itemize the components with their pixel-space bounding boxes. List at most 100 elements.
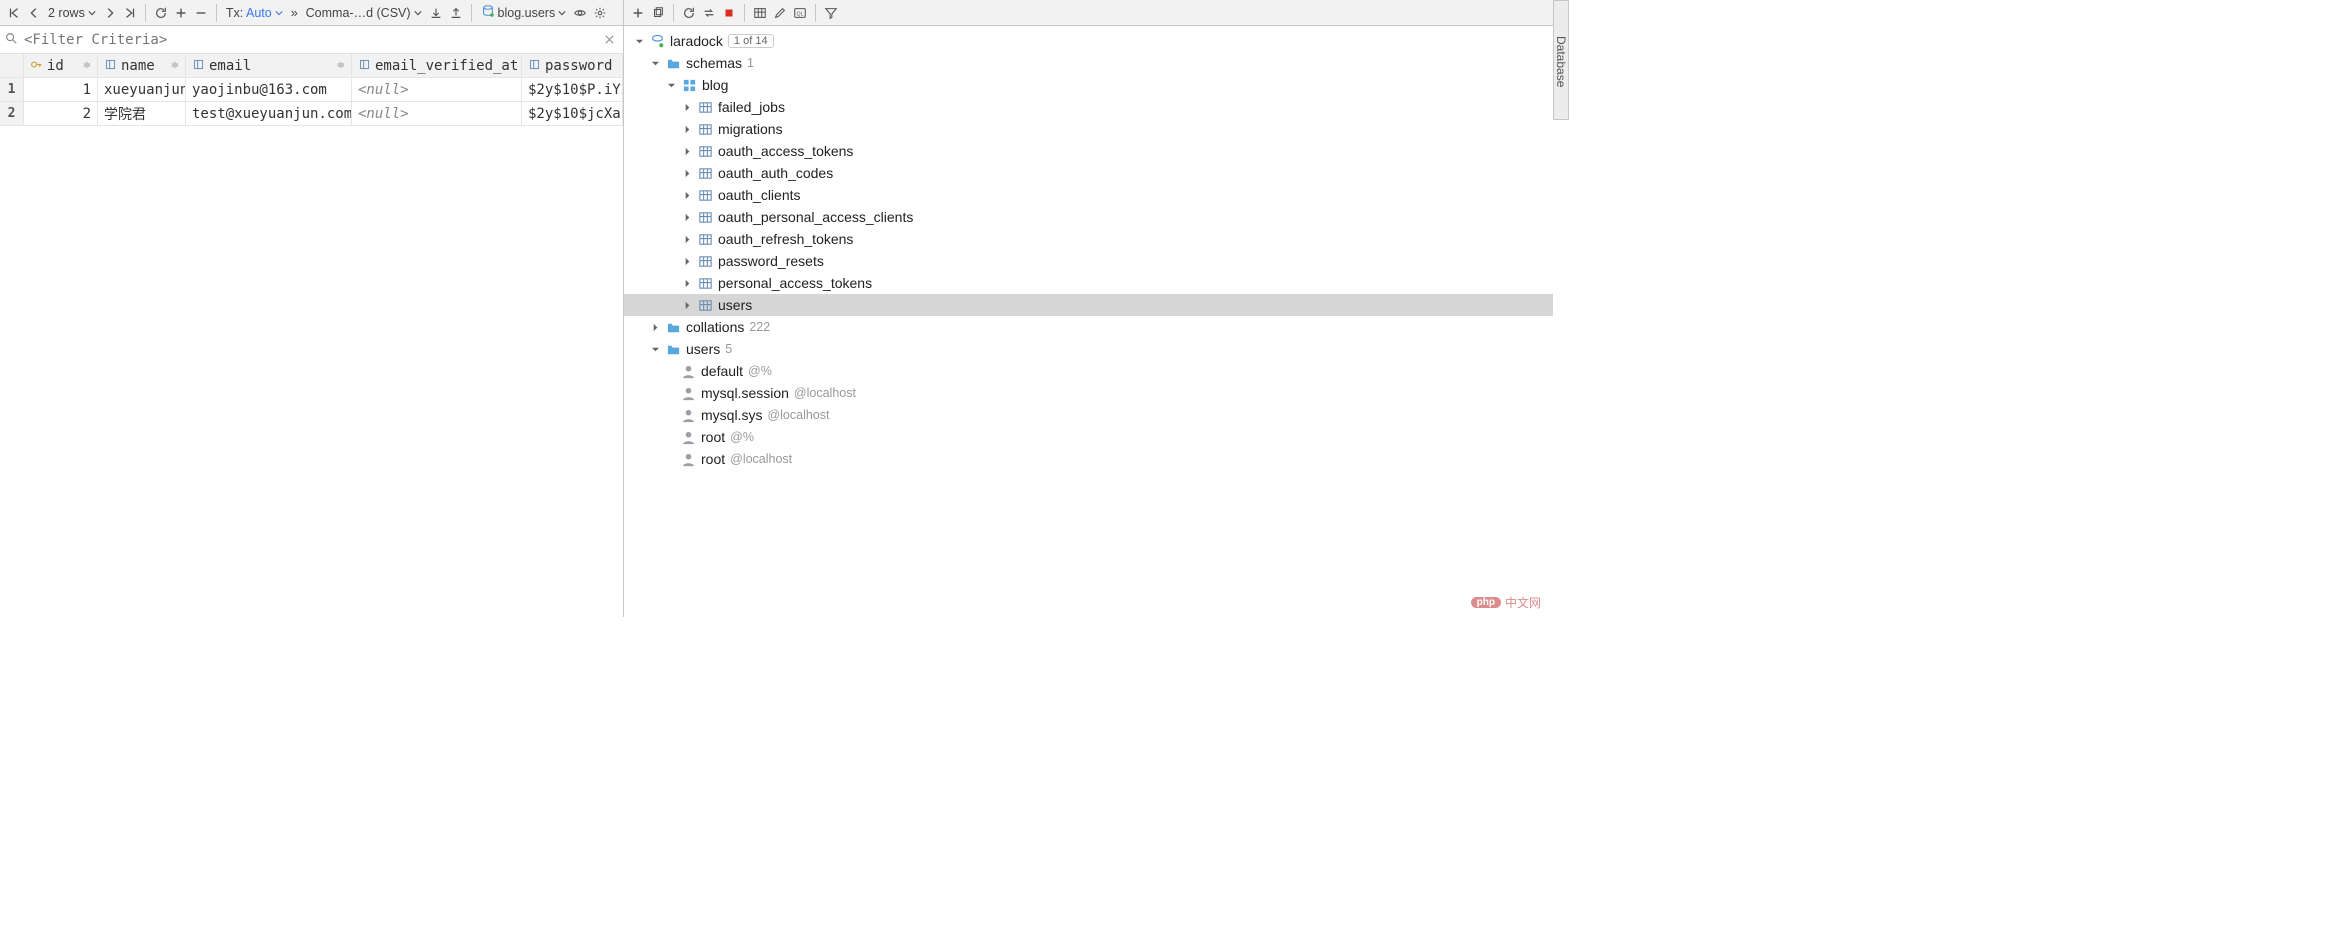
tree-host: @%: [730, 430, 754, 444]
table-icon: [698, 166, 713, 181]
cell-email[interactable]: yaojinbu@163.com: [186, 78, 352, 102]
tx-mode-dropdown[interactable]: Tx: Auto: [222, 3, 287, 23]
row-number[interactable]: 1: [0, 78, 24, 102]
tree-dbuser[interactable]: mysql.session@localhost: [624, 382, 1553, 404]
tree-dbuser[interactable]: root @%: [624, 426, 1553, 448]
export-format-dropdown[interactable]: Comma-…d (CSV): [302, 3, 426, 23]
column-header-password[interactable]: password: [522, 54, 623, 78]
export-button[interactable]: [426, 3, 446, 23]
edit-button[interactable]: [770, 3, 790, 23]
cell-email-verified[interactable]: <null>: [352, 102, 522, 126]
tree-table-users[interactable]: users: [624, 294, 1553, 316]
tree-users-folder[interactable]: users 5: [624, 338, 1553, 360]
tree-label: users: [718, 297, 752, 313]
remove-row-button[interactable]: [191, 3, 211, 23]
tree-label: default: [701, 363, 743, 379]
tree-datasource[interactable]: laradock 1 of 14: [624, 30, 1553, 52]
settings-button[interactable]: [590, 3, 610, 23]
tree-collations[interactable]: collations 222: [624, 316, 1553, 338]
tree-table-password-resets[interactable]: password_resets: [624, 250, 1553, 272]
prev-page-button[interactable]: [24, 3, 44, 23]
cell-password[interactable]: $2y$10$jcXak8jO.Yzs: [522, 102, 623, 126]
sync-button[interactable]: [699, 3, 719, 23]
chevron-down-icon: [275, 9, 283, 17]
chevron-right-icon: [681, 301, 693, 310]
schema-icon: [682, 78, 697, 93]
table-icon: [698, 100, 713, 115]
chevron-down-icon: [633, 37, 645, 46]
cell-id[interactable]: 1: [24, 78, 98, 102]
column-label: email_verified_at: [375, 58, 518, 74]
table-icon: [698, 276, 713, 291]
cell-password[interactable]: $2y$10$P.iY2MxJg.9x: [522, 78, 623, 102]
tree-label: blog: [702, 77, 728, 93]
tree-label: oauth_auth_codes: [718, 165, 833, 181]
cell-id[interactable]: 2: [24, 102, 98, 126]
row-header-corner: [0, 54, 24, 78]
row-number[interactable]: 2: [0, 102, 24, 126]
chevron-right-icon: [649, 323, 661, 332]
last-page-button[interactable]: [120, 3, 140, 23]
more-tx-button[interactable]: »: [287, 3, 302, 23]
tree-table-oauth-auth-codes[interactable]: oauth_auth_codes: [624, 162, 1553, 184]
reload-button[interactable]: [151, 3, 171, 23]
tx-label: Tx: Auto: [226, 6, 272, 20]
chevron-right-icon: [681, 213, 693, 222]
cell-name[interactable]: xueyuanjun: [98, 78, 186, 102]
folder-icon: [666, 56, 681, 71]
tree-label: oauth_access_tokens: [718, 143, 853, 159]
stop-button[interactable]: [719, 3, 739, 23]
database-sidebar-tab[interactable]: Database: [1553, 0, 1569, 120]
tree-dbuser[interactable]: default @%: [624, 360, 1553, 382]
tree-table-oauth-access-tokens[interactable]: oauth_access_tokens: [624, 140, 1553, 162]
tree-label: oauth_refresh_tokens: [718, 231, 853, 247]
new-button[interactable]: [628, 3, 648, 23]
filter-button[interactable]: [821, 3, 841, 23]
add-row-button[interactable]: [171, 3, 191, 23]
cell-name[interactable]: 学院君: [98, 102, 186, 126]
console-button[interactable]: QL: [790, 3, 810, 23]
user-icon: [681, 386, 696, 401]
chevron-right-icon: [681, 257, 693, 266]
chevron-down-icon: [665, 81, 677, 90]
watermark: php 中文网: [1471, 594, 1541, 611]
format-label: Comma-…d (CSV): [306, 6, 411, 20]
tree-label: users: [686, 341, 720, 357]
next-page-button[interactable]: [100, 3, 120, 23]
column-header-email[interactable]: email ≑: [186, 54, 352, 78]
column-header-email-verified[interactable]: email_verified_at ≑: [352, 54, 522, 78]
cell-email[interactable]: test@xueyuanjun.com: [186, 102, 352, 126]
tree-schemas[interactable]: schemas 1: [624, 52, 1553, 74]
refresh-button[interactable]: [679, 3, 699, 23]
tree-label: root: [701, 429, 725, 445]
import-button[interactable]: [446, 3, 466, 23]
chevron-right-icon: [681, 235, 693, 244]
tree-table-personal-access-tokens[interactable]: personal_access_tokens: [624, 272, 1553, 294]
tree-table-oauth-personal-access-clients[interactable]: oauth_personal_access_clients: [624, 206, 1553, 228]
tree-dbuser[interactable]: root@localhost: [624, 448, 1553, 470]
column-header-name[interactable]: name ≑: [98, 54, 186, 78]
tree-dbuser[interactable]: mysql.sys@localhost: [624, 404, 1553, 426]
cell-email-verified[interactable]: <null>: [352, 78, 522, 102]
column-header-id[interactable]: id ≑: [24, 54, 98, 78]
tree-label: migrations: [718, 121, 783, 137]
column-label: id: [47, 58, 64, 74]
table-view-button[interactable]: [750, 3, 770, 23]
tree-table-failed-jobs[interactable]: failed_jobs: [624, 96, 1553, 118]
database-tree[interactable]: laradock 1 of 14 schemas 1 blog failed_j…: [624, 26, 1553, 617]
tree-table-oauth-refresh-tokens[interactable]: oauth_refresh_tokens: [624, 228, 1553, 250]
tree-schema-blog[interactable]: blog: [624, 74, 1553, 96]
tree-table-oauth-clients[interactable]: oauth_clients: [624, 184, 1553, 206]
tree-host: @%: [748, 364, 772, 378]
duplicate-button[interactable]: [648, 3, 668, 23]
row-count-dropdown[interactable]: 2 rows: [44, 3, 100, 23]
datasource-dropdown[interactable]: blog.users: [477, 3, 571, 23]
filter-bar: [0, 26, 623, 54]
filter-input[interactable]: [24, 32, 593, 48]
data-table: id ≑ name ≑ email ≑ email_verified_at ≑ …: [0, 54, 623, 126]
view-button[interactable]: [570, 3, 590, 23]
first-page-button[interactable]: [4, 3, 24, 23]
clear-filter-button[interactable]: [599, 30, 619, 50]
tree-label: oauth_clients: [718, 187, 801, 203]
tree-table-migrations[interactable]: migrations: [624, 118, 1553, 140]
